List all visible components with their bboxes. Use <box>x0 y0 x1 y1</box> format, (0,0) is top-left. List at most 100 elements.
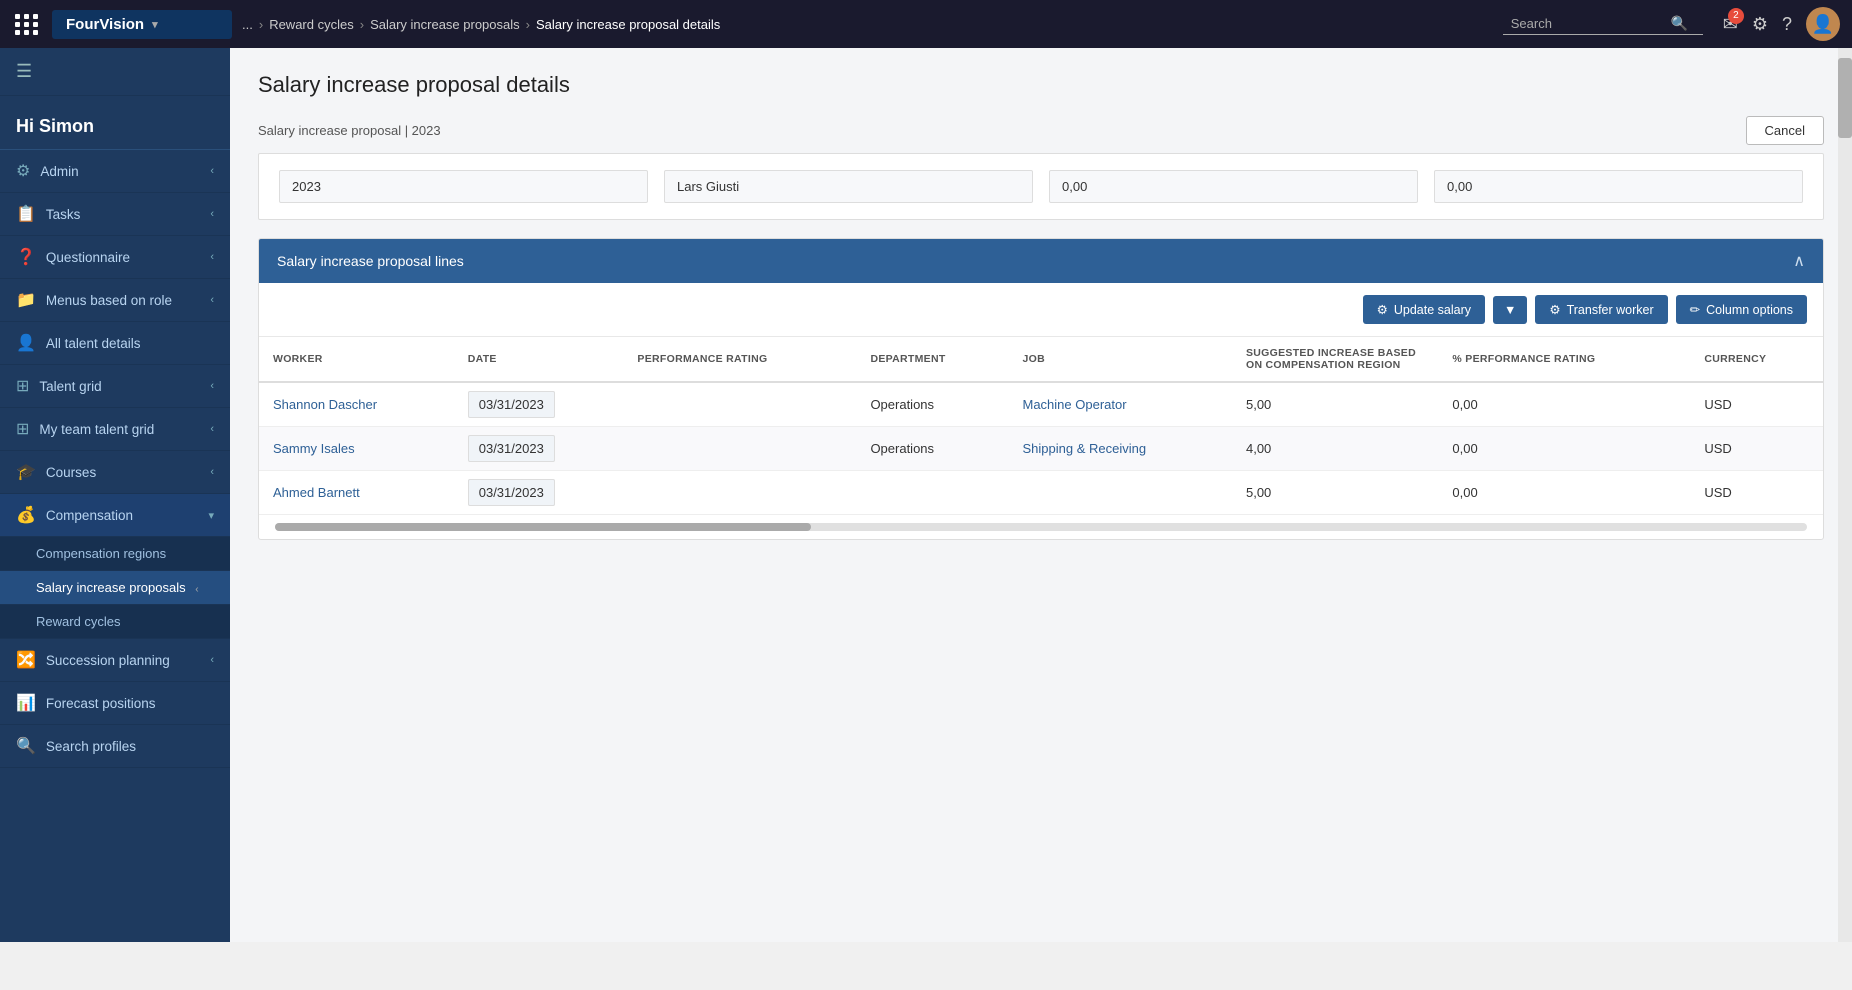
succession-chevron: ‹ <box>210 654 214 666</box>
cell-suggested-0: 5,00 <box>1232 382 1438 427</box>
transfer-worker-button[interactable]: ⚙ Transfer worker <box>1535 295 1667 324</box>
table-container[interactable]: WORKER DATE PERFORMANCE RATING DEPARTMEN… <box>259 337 1823 539</box>
proposal-lines-table: WORKER DATE PERFORMANCE RATING DEPARTMEN… <box>259 337 1823 515</box>
tasks-icon: 📋 <box>16 204 36 224</box>
compensation-icon: 💰 <box>16 505 36 525</box>
sidebar-item-compensation[interactable]: 💰 Compensation ▾ <box>0 494 230 537</box>
my-team-chevron: ‹ <box>210 423 214 435</box>
cell-performance-1 <box>623 427 856 471</box>
update-salary-button[interactable]: ⚙ Update salary <box>1363 295 1485 324</box>
compensation-submenu: Compensation regions Salary increase pro… <box>0 537 230 639</box>
section-collapse-button[interactable]: ∧ <box>1793 251 1805 271</box>
search-input[interactable] <box>1511 16 1671 31</box>
help-icon[interactable]: ? <box>1782 14 1792 35</box>
worker-link-2[interactable]: Ahmed Barnett <box>273 485 360 500</box>
app-name[interactable]: FourVision ▾ <box>52 10 232 39</box>
menus-chevron: ‹ <box>210 294 214 306</box>
cell-department-1: Operations <box>856 427 1008 471</box>
sidebar-item-menus-based-on-role[interactable]: 📁 Menus based on role ‹ <box>0 279 230 322</box>
cell-job-2 <box>1009 471 1232 515</box>
col-currency: CURRENCY <box>1690 337 1823 382</box>
filter-button[interactable]: ▼ <box>1493 296 1527 324</box>
cell-job-0: Machine Operator <box>1009 382 1232 427</box>
cell-pct-0: 0,00 <box>1438 382 1690 427</box>
col-pct-performance: % PERFORMANCE RATING <box>1438 337 1690 382</box>
cancel-button[interactable]: Cancel <box>1746 116 1824 145</box>
questionnaire-chevron: ‹ <box>210 251 214 263</box>
cell-suggested-1: 4,00 <box>1232 427 1438 471</box>
column-options-button[interactable]: ✏ Column options <box>1676 295 1807 324</box>
breadcrumb-salary-proposals[interactable]: Salary increase proposals <box>370 17 520 32</box>
job-link-0[interactable]: Machine Operator <box>1023 397 1127 412</box>
sidebar-item-courses[interactable]: 🎓 Courses ‹ <box>0 451 230 494</box>
table-row: Shannon Dascher03/31/2023OperationsMachi… <box>259 382 1823 427</box>
salary-proposals-chevron: ‹ <box>195 584 198 595</box>
col-suggested-increase: SUGGESTED INCREASE BASED ON COMPENSATION… <box>1232 337 1438 382</box>
forecast-icon: 📊 <box>16 693 36 713</box>
cell-currency-2: USD <box>1690 471 1823 515</box>
search-box[interactable]: 🔍 <box>1503 13 1703 35</box>
scroll-thumb-vertical <box>1838 58 1852 138</box>
app-grid-icon[interactable] <box>12 9 42 39</box>
talent-grid-icon: ⊞ <box>16 376 29 396</box>
settings-icon[interactable]: ⚙ <box>1752 14 1768 35</box>
search-profiles-icon: 🔍 <box>16 736 36 756</box>
sidebar-subitem-compensation-regions[interactable]: Compensation regions <box>0 537 230 571</box>
section-title: Salary increase proposal lines <box>277 253 464 269</box>
table-row: Ahmed Barnett03/31/20235,000,00USD <box>259 471 1823 515</box>
worker-link-0[interactable]: Shannon Dascher <box>273 397 377 412</box>
succession-icon: 🔀 <box>16 650 36 670</box>
main-content: Salary increase proposal details Salary … <box>230 48 1852 942</box>
breadcrumb-current: Salary increase proposal details <box>536 17 720 32</box>
notification-icon[interactable]: ✉ 2 <box>1723 14 1738 35</box>
column-options-icon: ✏ <box>1690 302 1700 317</box>
my-team-icon: ⊞ <box>16 419 29 439</box>
update-salary-icon: ⚙ <box>1377 302 1388 317</box>
table-header-row: WORKER DATE PERFORMANCE RATING DEPARTMEN… <box>259 337 1823 382</box>
search-icon: 🔍 <box>1671 15 1688 32</box>
col-worker: WORKER <box>259 337 454 382</box>
sidebar-item-all-talent[interactable]: 👤 All talent details <box>0 322 230 365</box>
cell-performance-2 <box>623 471 856 515</box>
sidebar: ☰ Hi Simon ⚙ Admin ‹ 📋 Tasks ‹ ❓ Questio… <box>0 48 230 942</box>
sidebar-item-admin[interactable]: ⚙ Admin ‹ <box>0 150 230 193</box>
cell-date-1: 03/31/2023 <box>454 427 624 471</box>
breadcrumb-ellipsis[interactable]: ... <box>242 17 253 32</box>
value2-field: 0,00 <box>1434 170 1803 203</box>
sidebar-item-search-profiles[interactable]: 🔍 Search profiles <box>0 725 230 768</box>
top-navigation: FourVision ▾ ... › Reward cycles › Salar… <box>0 0 1852 48</box>
cell-pct-1: 0,00 <box>1438 427 1690 471</box>
cell-department-0: Operations <box>856 382 1008 427</box>
vertical-scrollbar[interactable] <box>1838 48 1852 942</box>
questionnaire-icon: ❓ <box>16 247 36 267</box>
menus-icon: 📁 <box>16 290 36 310</box>
tasks-chevron: ‹ <box>210 208 214 220</box>
sidebar-item-tasks[interactable]: 📋 Tasks ‹ <box>0 193 230 236</box>
sidebar-subitem-reward-cycles[interactable]: Reward cycles <box>0 605 230 639</box>
sidebar-item-my-team-talent-grid[interactable]: ⊞ My team talent grid ‹ <box>0 408 230 451</box>
job-link-1[interactable]: Shipping & Receiving <box>1023 441 1147 456</box>
col-date: DATE <box>454 337 624 382</box>
user-avatar[interactable]: 👤 <box>1806 7 1840 41</box>
cell-suggested-2: 5,00 <box>1232 471 1438 515</box>
sidebar-subitem-salary-increase-proposals[interactable]: Salary increase proposals ‹ <box>0 571 230 605</box>
app-name-chevron: ▾ <box>152 18 158 31</box>
year-field: 2023 <box>279 170 648 203</box>
nav-icons: ✉ 2 ⚙ ? 👤 <box>1723 7 1840 41</box>
cell-worker-2: Ahmed Barnett <box>259 471 454 515</box>
horizontal-scrollbar[interactable] <box>275 523 1807 531</box>
sidebar-item-succession-planning[interactable]: 🔀 Succession planning ‹ <box>0 639 230 682</box>
breadcrumb-reward-cycles[interactable]: Reward cycles <box>269 17 354 32</box>
section-header: Salary increase proposal lines ∧ <box>259 239 1823 283</box>
sidebar-item-forecast-positions[interactable]: 📊 Forecast positions <box>0 682 230 725</box>
sidebar-hamburger[interactable]: ☰ <box>0 48 230 96</box>
courses-chevron: ‹ <box>210 466 214 478</box>
col-department: DEPARTMENT <box>856 337 1008 382</box>
salary-proposal-lines-section: Salary increase proposal lines ∧ ⚙ Updat… <box>258 238 1824 540</box>
sidebar-item-talent-grid[interactable]: ⊞ Talent grid ‹ <box>0 365 230 408</box>
courses-icon: 🎓 <box>16 462 36 482</box>
sidebar-item-questionnaire[interactable]: ❓ Questionnaire ‹ <box>0 236 230 279</box>
cell-department-2 <box>856 471 1008 515</box>
worker-link-1[interactable]: Sammy Isales <box>273 441 355 456</box>
talent-grid-chevron: ‹ <box>210 380 214 392</box>
